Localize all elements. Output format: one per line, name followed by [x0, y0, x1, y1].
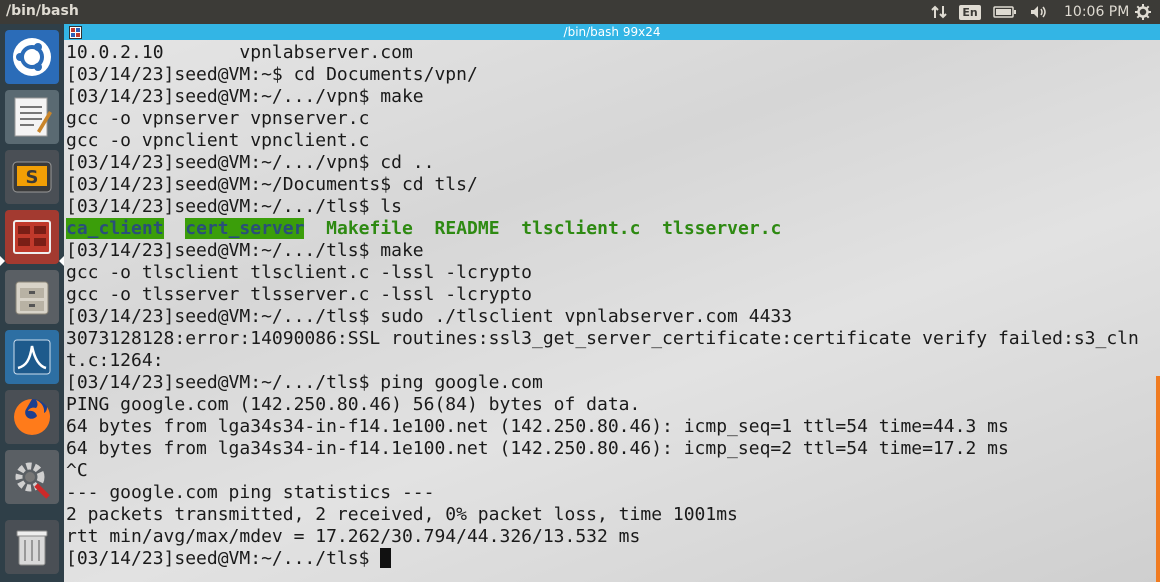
top-panel: /bin/bash En 10:06 PM: [0, 0, 1160, 24]
keyboard-language-indicator[interactable]: En: [959, 0, 981, 24]
launcher-ubuntu-dash[interactable]: [5, 30, 59, 84]
ls-file-tlsserver: tlsserver.c: [662, 218, 782, 239]
terminal-icon: [13, 220, 51, 254]
battery-icon[interactable]: [990, 0, 1020, 24]
launcher-system-settings[interactable]: [5, 450, 59, 504]
app-title: /bin/bash: [6, 3, 79, 19]
terminal-line: 3073128128:error:14090086:SSL routines:s…: [66, 328, 1139, 349]
launcher-terminal[interactable]: [5, 210, 59, 264]
terminal-line: gcc -o tlsclient tlsclient.c -lssl -lcry…: [66, 262, 532, 283]
language-label: En: [959, 4, 981, 20]
terminal-line: gcc -o tlsserver tlsserver.c -lssl -lcry…: [66, 284, 532, 305]
text-cursor: [380, 548, 392, 568]
launcher-file-manager[interactable]: [5, 270, 59, 324]
ls-file-makefile: Makefile: [326, 218, 413, 239]
terminal-line: rtt min/avg/max/mdev = 17.262/30.794/44.…: [66, 526, 641, 547]
terminal-line: 64 bytes from lga34s34-in-f14.1e100.net …: [66, 416, 1009, 437]
scroll-indicator[interactable]: [1156, 376, 1160, 582]
terminal-line: gcc -o vpnclient vpnclient.c: [66, 130, 370, 151]
launcher-wireshark[interactable]: [5, 330, 59, 384]
terminal-output[interactable]: 10.0.2.10 vpnlabserver.com [03/14/23]see…: [66, 42, 1156, 582]
terminal-title: /bin/bash 99x24: [563, 25, 661, 39]
terminal-line: --- google.com ping statistics ---: [66, 482, 435, 503]
clock[interactable]: 10:06 PM: [1064, 4, 1129, 20]
wireshark-icon: [13, 339, 51, 375]
ls-output-line: ca_client cert_server Makefile README tl…: [66, 218, 781, 240]
volume-icon[interactable]: [1028, 0, 1050, 24]
prompt-line[interactable]: [03/14/23]seed@VM:~/.../tls$: [66, 548, 392, 570]
terminal-titlebar[interactable]: /bin/bash 99x24: [64, 24, 1160, 40]
files-icon: [15, 281, 49, 315]
terminal-line: PING google.com (142.250.80.46) 56(84) b…: [66, 394, 641, 415]
sublime-icon: S: [12, 161, 52, 193]
text-editor-icon: [14, 97, 52, 137]
trash-icon: [16, 530, 48, 566]
terminal-line: 10.0.2.10 vpnlabserver.com: [66, 42, 413, 63]
ls-file-readme: README: [434, 218, 500, 239]
terminal-line: [03/14/23]seed@VM:~$ cd Documents/vpn/: [66, 64, 478, 85]
terminal-line: 64 bytes from lga34s34-in-f14.1e100.net …: [66, 438, 1009, 459]
ubuntu-logo-icon: [13, 38, 51, 76]
network-icon[interactable]: [928, 0, 950, 24]
terminal-line: 2 packets transmitted, 2 received, 0% pa…: [66, 504, 738, 525]
ls-file-tlsclient: tlsclient.c: [521, 218, 641, 239]
active-indicator-left: [0, 256, 5, 266]
terminal-line: gcc -o vpnserver vpnserver.c: [66, 108, 370, 129]
ls-dir-cert-server: cert_server: [185, 218, 305, 239]
terminal-window[interactable]: /bin/bash 99x24 10.0.2.10 vpnlabserver.c…: [64, 24, 1160, 582]
launcher-firefox[interactable]: [5, 390, 59, 444]
terminal-line: [03/14/23]seed@VM:~/Documents$ cd tls/: [66, 174, 478, 195]
svg-text:S: S: [26, 167, 39, 188]
current-prompt: [03/14/23]seed@VM:~/.../tls$: [66, 548, 381, 569]
launcher: S: [0, 24, 64, 582]
ls-dir-ca-client: ca_client: [66, 218, 164, 239]
terminal-line: [03/14/23]seed@VM:~/.../tls$ ls: [66, 196, 402, 217]
terminal-line: [03/14/23]seed@VM:~/.../vpn$ make: [66, 86, 424, 107]
terminal-line: t.c:1264:: [66, 350, 164, 371]
firefox-icon: [14, 399, 50, 435]
system-menu-gear-icon[interactable]: [1131, 0, 1155, 24]
terminal-line: [03/14/23]seed@VM:~/.../tls$ ping google…: [66, 372, 543, 393]
terminal-line: [03/14/23]seed@VM:~/.../tls$ sudo ./tlsc…: [66, 306, 793, 327]
settings-icon: [15, 462, 50, 499]
launcher-trash[interactable]: [5, 520, 59, 574]
launcher-text-editor[interactable]: [5, 90, 59, 144]
launcher-sublime-text[interactable]: S: [5, 150, 59, 204]
terminal-line: ^C: [66, 460, 88, 481]
terminal-line: [03/14/23]seed@VM:~/.../vpn$ cd ..: [66, 152, 435, 173]
terminal-line: [03/14/23]seed@VM:~/.../tls$ make: [66, 240, 424, 261]
